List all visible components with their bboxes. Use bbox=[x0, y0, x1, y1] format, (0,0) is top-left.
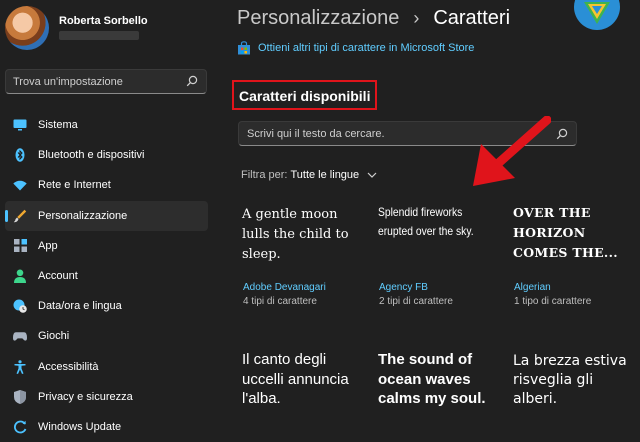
font-card[interactable]: La brezza estiva risveglia gli alberi. bbox=[513, 352, 637, 426]
filter-label: Filtra per: bbox=[241, 169, 288, 181]
font-name: Agency FB bbox=[379, 282, 428, 293]
accessibility-icon bbox=[13, 359, 27, 374]
search-icon[interactable] bbox=[186, 75, 198, 87]
microsoft-store-link-label[interactable]: Ottieni altri tipi di carattere in Micro… bbox=[258, 42, 474, 54]
font-sample-text: A gentle moon lulls the child to sleep. bbox=[242, 207, 349, 262]
font-name: Algerian bbox=[514, 282, 551, 293]
font-sample-text: OVER THE HORIZON COMES THE... bbox=[513, 205, 618, 260]
font-sample-text: La brezza estiva risveglia gli alberi. bbox=[513, 353, 627, 407]
sidebar-item-label: Data/ora e lingua bbox=[38, 300, 122, 313]
sidebar-item-label: Personalizzazione bbox=[38, 209, 128, 222]
breadcrumb: Personalizzazione › Caratteri bbox=[237, 7, 510, 30]
sidebar-item-label: Windows Update bbox=[38, 420, 122, 433]
shield-icon bbox=[13, 389, 27, 404]
sidebar-item-label: Bluetooth e dispositivi bbox=[38, 149, 145, 162]
font-name: Adobe Devanagari bbox=[243, 282, 326, 293]
font-card[interactable]: Il canto degli uccelli annuncia l'alba. bbox=[242, 350, 367, 426]
font-sample-text: The sound of ocean waves calms my soul. bbox=[378, 351, 486, 407]
brush-icon bbox=[13, 209, 27, 223]
sidebar: Roberta Sorbello Sistema Bluetooth e dis… bbox=[0, 0, 216, 434]
sidebar-item-label: Account bbox=[38, 270, 78, 283]
avatar[interactable] bbox=[5, 6, 49, 50]
channel-logo bbox=[574, 0, 620, 30]
search-icon[interactable] bbox=[556, 128, 568, 140]
sidebar-item-data-ora[interactable]: Data/ora e lingua bbox=[5, 291, 208, 321]
update-icon bbox=[13, 420, 27, 434]
sidebar-item-accessibilita[interactable]: Accessibilità bbox=[5, 352, 208, 382]
section-title: Caratteri disponibili bbox=[232, 80, 378, 110]
red-arrow-annotation bbox=[473, 116, 551, 186]
sidebar-item-personalizzazione[interactable]: Personalizzazione bbox=[5, 200, 208, 231]
font-card-agency-fb[interactable]: Splendid fireworks erupted over the sky.… bbox=[378, 203, 498, 310]
microsoft-store-link[interactable]: Ottieni altri tipi di carattere in Micro… bbox=[237, 41, 474, 55]
font-sample-text: Il canto degli uccelli annuncia l'alba. bbox=[242, 351, 349, 407]
sidebar-item-label: Giochi bbox=[38, 330, 70, 343]
sidebar-item-account[interactable]: Account bbox=[5, 261, 208, 291]
sidebar-nav: Sistema Bluetooth e dispositivi Rete e I… bbox=[5, 110, 208, 442]
bluetooth-icon bbox=[13, 148, 27, 163]
font-sample-text: Splendid fireworks erupted over the sky. bbox=[378, 205, 474, 238]
main-content: Personalizzazione › Caratteri Ottieni altr… bbox=[216, 0, 640, 426]
apps-icon bbox=[13, 239, 27, 253]
sidebar-item-rete[interactable]: Rete e Internet bbox=[5, 170, 208, 200]
font-style-count: 1 tipo di carattere bbox=[514, 296, 592, 307]
monitor-icon bbox=[13, 118, 27, 132]
font-style-count: 2 tipi di carattere bbox=[379, 296, 453, 307]
store-bag-icon bbox=[238, 41, 250, 55]
sidebar-item-bluetooth[interactable]: Bluetooth e dispositivi bbox=[5, 140, 208, 170]
font-card[interactable]: The sound of ocean waves calms my soul. bbox=[378, 350, 498, 426]
page-title: Caratteri bbox=[433, 7, 511, 29]
sidebar-item-privacy[interactable]: Privacy e sicurezza bbox=[5, 382, 208, 412]
sidebar-item-label: Accessibilità bbox=[38, 360, 99, 373]
font-style-count: 4 tipi di carattere bbox=[243, 296, 317, 307]
sidebar-item-label: Rete e Internet bbox=[38, 179, 111, 192]
filter-dropdown[interactable]: Tutte le lingue bbox=[290, 169, 359, 181]
sidebar-item-label: App bbox=[38, 239, 58, 252]
breadcrumb-separator: › bbox=[413, 8, 420, 28]
sidebar-item-windows-update[interactable]: Windows Update bbox=[5, 412, 208, 442]
font-card-adobe-devanagari[interactable]: A gentle moon lulls the child to sleep. … bbox=[242, 205, 367, 310]
sidebar-item-giochi[interactable]: Giochi bbox=[5, 321, 208, 351]
globe-clock-icon bbox=[13, 299, 27, 314]
user-name: Roberta Sorbello bbox=[59, 15, 148, 27]
sidebar-item-sistema[interactable]: Sistema bbox=[5, 110, 208, 140]
breadcrumb-parent[interactable]: Personalizzazione bbox=[237, 7, 399, 29]
sidebar-item-label: Privacy e sicurezza bbox=[38, 390, 133, 403]
gamepad-icon bbox=[13, 329, 27, 343]
settings-search[interactable] bbox=[5, 69, 207, 94]
sidebar-item-app[interactable]: App bbox=[5, 231, 208, 261]
font-card-algerian[interactable]: OVER THE HORIZON COMES THE... Algerian 1… bbox=[513, 203, 628, 310]
chevron-down-icon[interactable] bbox=[367, 171, 377, 179]
user-email-redacted bbox=[59, 31, 139, 40]
settings-search-input[interactable] bbox=[13, 70, 183, 93]
wifi-icon bbox=[13, 178, 27, 192]
language-filter: Filtra per: Tutte le lingue bbox=[241, 169, 377, 181]
person-icon bbox=[13, 269, 27, 284]
sidebar-item-label: Sistema bbox=[38, 119, 78, 132]
